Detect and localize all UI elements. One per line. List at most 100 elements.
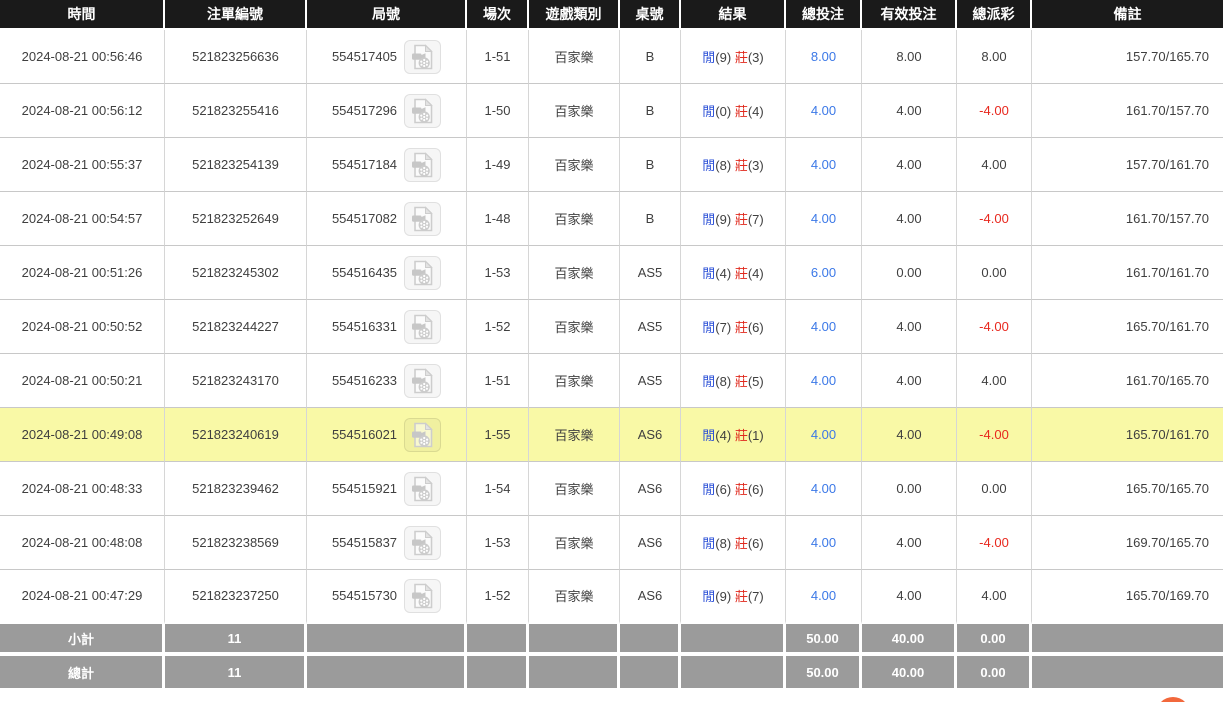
game-type-cell: 百家樂 [529, 516, 620, 570]
remark-cell: 165.70/169.70 [1032, 570, 1223, 624]
video-replay-button[interactable] [404, 255, 442, 290]
total-bet-link[interactable]: 8.00 [811, 49, 836, 64]
column-header-4: 遊戲類別 [529, 0, 620, 30]
video-replay-button[interactable] [404, 309, 442, 344]
round-cell: 554517296 [307, 84, 467, 138]
bet-records-screen: 時間 注單編號 局號 場次 遊戲類別 桌號 結果 總投注 有效投注 總派彩 備註 2024-08-2… [0, 0, 1223, 702]
total-payout-cell: -4.00 [957, 192, 1032, 246]
column-header-8: 有效投注 [862, 0, 957, 30]
column-header-7: 總投注 [786, 0, 862, 30]
time-cell: 2024-08-21 00:55:37 [0, 138, 165, 192]
footer-label: 小計 [0, 624, 165, 656]
valid-bet-cell: 0.00 [862, 246, 957, 300]
banker-score: (6) [747, 482, 764, 497]
total-bet-link[interactable]: 4.00 [811, 427, 836, 442]
total-bet-cell: 4.00 [786, 84, 862, 138]
total-bet-link[interactable]: 4.00 [811, 319, 836, 334]
session-cell: 1-52 [467, 300, 529, 354]
session-cell: 1-48 [467, 192, 529, 246]
player-score: (8) [715, 158, 732, 173]
player-score: (9) [715, 50, 732, 65]
time-cell: 2024-08-21 00:56:46 [0, 30, 165, 84]
round-number: 554516233 [331, 373, 398, 388]
total-bet-link[interactable]: 4.00 [811, 588, 836, 603]
video-replay-button[interactable] [404, 93, 442, 128]
result-cell: 閒(7) 莊(6) [681, 300, 786, 354]
footer-total-bet: 50.00 [786, 656, 862, 688]
total-payout-cell: -4.00 [957, 516, 1032, 570]
footer-count: 11 [165, 624, 307, 656]
video-replay-button[interactable] [404, 471, 442, 506]
total-bet-cell: 4.00 [786, 192, 862, 246]
video-replay-button[interactable] [404, 525, 442, 560]
valid-bet-cell: 4.00 [862, 84, 957, 138]
session-cell: 1-55 [467, 408, 529, 462]
result-cell: 閒(9) 莊(3) [681, 30, 786, 84]
banker-score: (7) [747, 589, 764, 604]
video-replay-button[interactable] [404, 39, 442, 74]
total-bet-cell: 4.00 [786, 138, 862, 192]
time-cell: 2024-08-21 00:51:26 [0, 246, 165, 300]
round-number-and-replay: 554515730 [332, 578, 442, 613]
banker-score: (5) [747, 374, 764, 389]
footer-empty-round [307, 656, 467, 688]
video-replay-button[interactable] [404, 201, 442, 236]
player-label: 閒 [702, 428, 716, 443]
total-bet-link[interactable]: 4.00 [811, 103, 836, 118]
time-cell: 2024-08-21 00:56:12 [0, 84, 165, 138]
column-header-1: 注單編號 [165, 0, 307, 30]
footer-empty-round [307, 624, 467, 656]
game-type-cell: 百家樂 [529, 570, 620, 624]
video-file-icon [411, 529, 433, 555]
table-no-cell: B [620, 138, 681, 192]
game-type-cell: 百家樂 [529, 462, 620, 516]
floating-action-button[interactable] [1156, 697, 1190, 702]
column-header-10: 備註 [1032, 0, 1223, 30]
banker-label: 莊 [734, 374, 748, 389]
total-bet-link[interactable]: 4.00 [811, 535, 836, 550]
video-replay-button[interactable] [404, 578, 442, 613]
player-score: (7) [715, 320, 732, 335]
remark-cell: 161.70/157.70 [1032, 84, 1223, 138]
table-row: 2024-08-21 00:50:52 521823244227 554516331… [0, 300, 1223, 354]
total-bet-link[interactable]: 4.00 [811, 373, 836, 388]
column-header-6: 結果 [681, 0, 786, 30]
table-no-cell: AS5 [620, 300, 681, 354]
banker-score: (7) [747, 212, 764, 227]
bet-id-cell: 521823245302 [165, 246, 307, 300]
banker-label: 莊 [734, 589, 748, 604]
round-number: 554517184 [331, 157, 398, 172]
column-header-3: 場次 [467, 0, 529, 30]
total-bet-link[interactable]: 6.00 [811, 265, 836, 280]
total-bet-link[interactable]: 4.00 [811, 211, 836, 226]
remark-cell: 161.70/165.70 [1032, 354, 1223, 408]
round-number-and-replay: 554516021 [332, 417, 442, 452]
bet-id-cell: 521823254139 [165, 138, 307, 192]
player-score: (4) [715, 266, 732, 281]
table-no-cell: AS6 [620, 462, 681, 516]
result-cell: 閒(4) 莊(4) [681, 246, 786, 300]
video-file-icon [411, 421, 433, 447]
total-bet-cell: 4.00 [786, 516, 862, 570]
round-number: 554516435 [331, 265, 398, 280]
footer-empty-table [620, 656, 681, 688]
footer-empty-table [620, 624, 681, 656]
banker-score: (1) [747, 428, 764, 443]
footer-label: 總計 [0, 656, 165, 688]
player-label: 閒 [702, 50, 716, 65]
remark-cell: 157.70/165.70 [1032, 30, 1223, 84]
video-file-icon [411, 367, 433, 393]
total-bet-link[interactable]: 4.00 [811, 481, 836, 496]
time-cell: 2024-08-21 00:54:57 [0, 192, 165, 246]
player-label: 閒 [702, 158, 716, 173]
video-replay-button[interactable] [404, 147, 442, 182]
player-score: (6) [715, 482, 732, 497]
valid-bet-cell: 4.00 [862, 138, 957, 192]
valid-bet-cell: 0.00 [862, 462, 957, 516]
total-bet-link[interactable]: 4.00 [811, 157, 836, 172]
video-replay-button[interactable] [404, 363, 442, 398]
video-file-icon [411, 151, 433, 177]
video-replay-button[interactable] [404, 417, 442, 452]
bet-id-cell: 521823244227 [165, 300, 307, 354]
column-header-5: 桌號 [620, 0, 681, 30]
